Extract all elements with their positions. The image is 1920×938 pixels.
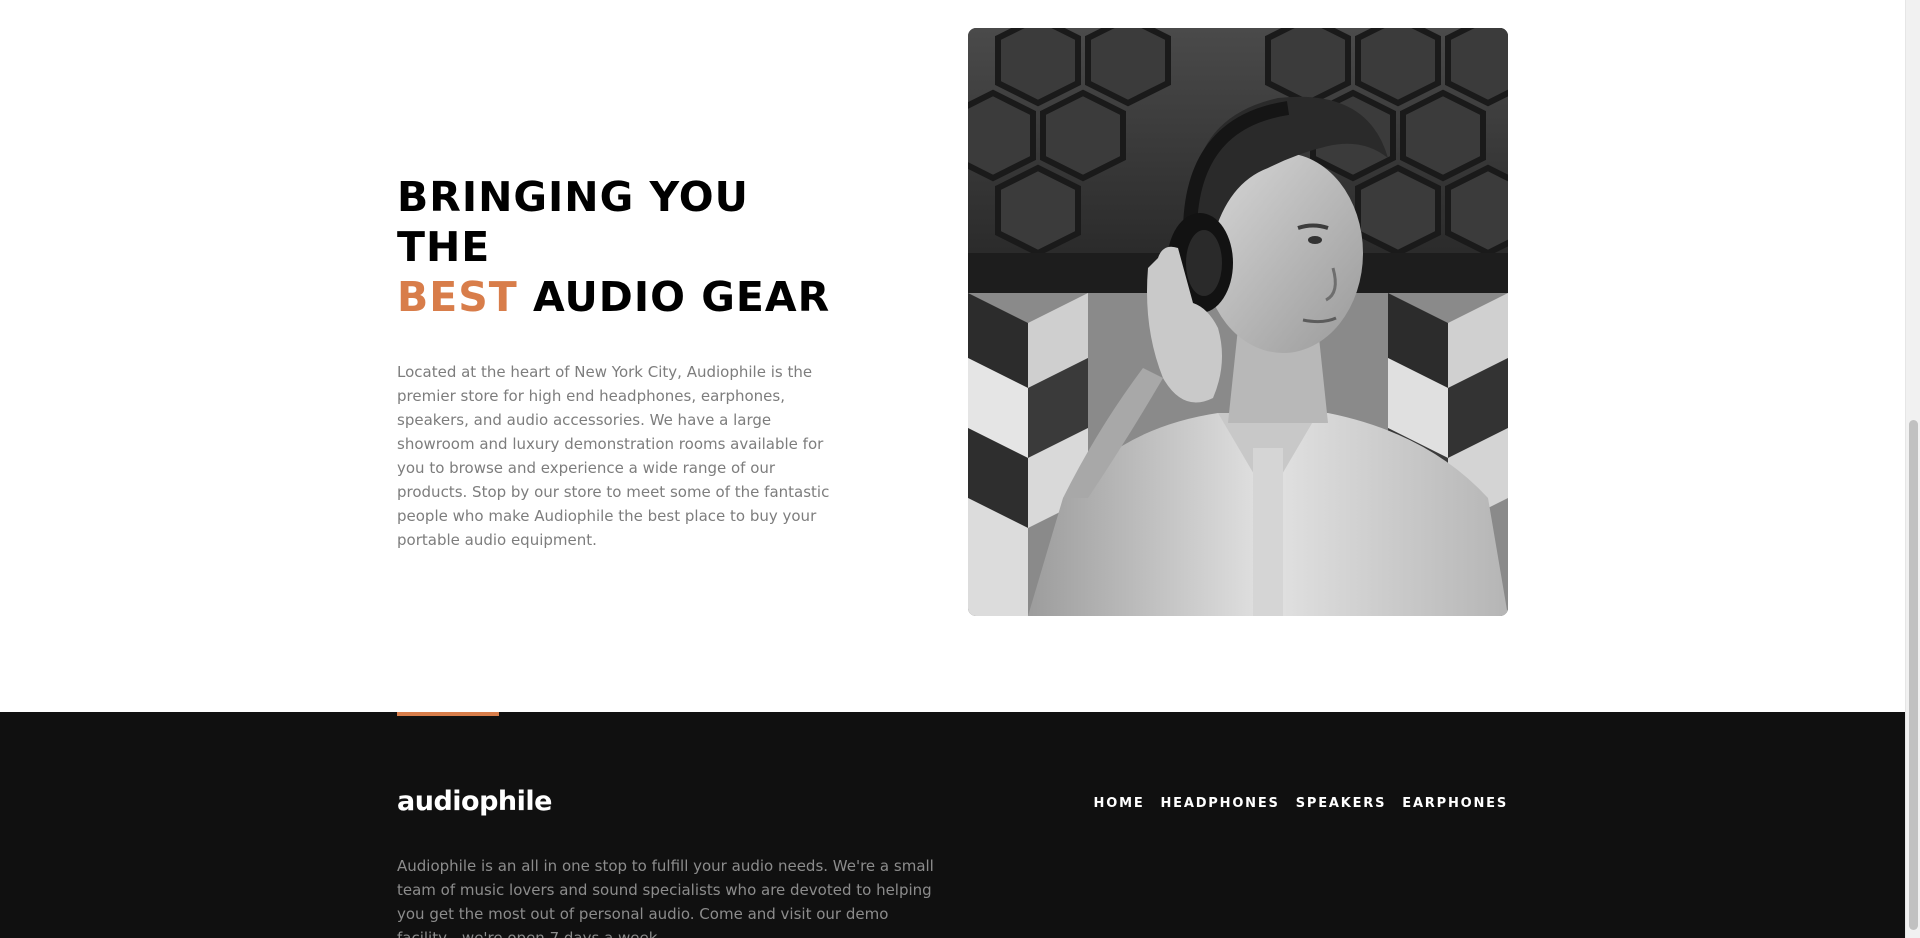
footer-nav-home[interactable]: HOME <box>1094 796 1145 811</box>
footer-nav-headphones[interactable]: HEADPHONES <box>1161 796 1280 811</box>
about-copy: Bringing you the best audio gear Located… <box>397 172 847 552</box>
footer: audiophile HOME HEADPHONES SPEAKERS EARP… <box>0 712 1905 938</box>
heading-accent: best <box>397 273 518 321</box>
page-scrollbar[interactable] <box>1905 0 1920 938</box>
about-body-text: Located at the heart of New York City, A… <box>397 363 830 549</box>
about-heading: Bringing you the best audio gear <box>397 172 847 322</box>
heading-part2: audio gear <box>533 273 831 321</box>
page: Bringing you the best audio gear Located… <box>0 0 1920 938</box>
footer-nav: HOME HEADPHONES SPEAKERS EARPHONES <box>1094 796 1508 811</box>
about-photo <box>968 28 1508 616</box>
heading-part1: Bringing you the <box>397 173 749 271</box>
footer-nav-earphones[interactable]: EARPHONES <box>1402 796 1508 811</box>
scrollbar-thumb[interactable] <box>1909 420 1918 930</box>
footer-accent-bar <box>397 712 499 716</box>
about-section: Bringing you the best audio gear Located… <box>0 0 1905 712</box>
footer-logo[interactable]: audiophile <box>397 786 552 817</box>
footer-nav-speakers[interactable]: SPEAKERS <box>1296 796 1387 811</box>
footer-description: Audiophile is an all in one stop to fulf… <box>397 857 934 938</box>
